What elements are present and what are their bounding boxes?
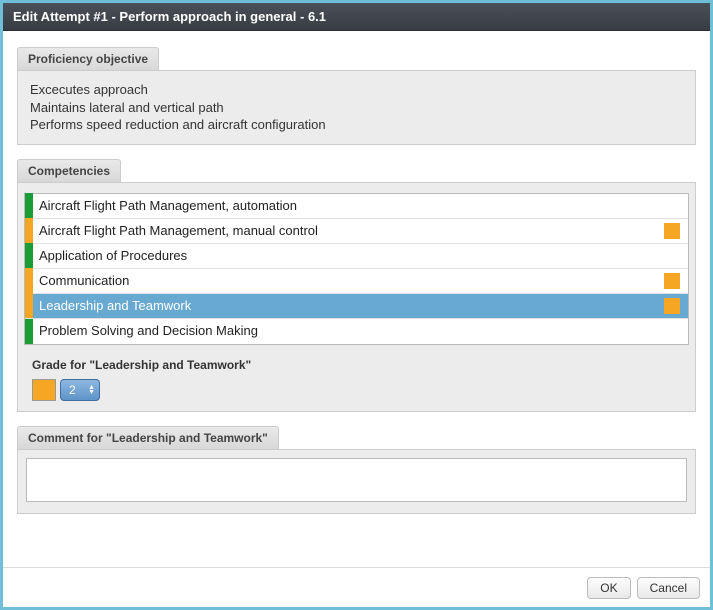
footer: OK Cancel	[3, 567, 710, 607]
competency-row[interactable]: Leadership and Teamwork	[25, 294, 688, 319]
grade-color-swatch	[32, 379, 56, 401]
comment-textarea[interactable]	[26, 458, 687, 502]
competency-label: Problem Solving and Decision Making	[39, 322, 688, 340]
proficiency-section: Proficiency objective Excecutes approach…	[17, 47, 696, 145]
window-title: Edit Attempt #1 - Perform approach in ge…	[13, 9, 326, 24]
competency-label: Communication	[39, 272, 664, 290]
competency-label: Aircraft Flight Path Management, manual …	[39, 222, 664, 240]
competency-badge-icon	[664, 298, 680, 314]
competency-status-bar	[25, 243, 33, 268]
cancel-button[interactable]: Cancel	[637, 577, 700, 599]
competency-row[interactable]: Communication	[25, 269, 688, 294]
content: Proficiency objective Excecutes approach…	[3, 31, 710, 514]
competency-row[interactable]: Problem Solving and Decision Making	[25, 319, 688, 344]
grade-value: 2	[69, 382, 76, 398]
competency-row[interactable]: Aircraft Flight Path Management, manual …	[25, 219, 688, 244]
competency-badge-icon	[664, 273, 680, 289]
competency-label: Leadership and Teamwork	[39, 297, 664, 315]
competency-row[interactable]: Application of Procedures	[25, 244, 688, 269]
competency-list: Aircraft Flight Path Management, automat…	[24, 193, 689, 345]
grade-area: Grade for "Leadership and Teamwork" 2 ▲▼	[24, 353, 689, 411]
comment-heading: Comment for "Leadership and Teamwork"	[17, 426, 279, 449]
competency-label: Aircraft Flight Path Management, automat…	[39, 197, 688, 215]
proficiency-body: Excecutes approach Maintains lateral and…	[17, 70, 696, 145]
dialog-window: Edit Attempt #1 - Perform approach in ge…	[0, 0, 713, 610]
objective-line: Performs speed reduction and aircraft co…	[30, 116, 683, 134]
comment-body	[17, 449, 696, 514]
competencies-body: Aircraft Flight Path Management, automat…	[17, 182, 696, 412]
competencies-section: Competencies Aircraft Flight Path Manage…	[17, 159, 696, 412]
competency-status-bar	[25, 319, 33, 344]
competency-status-bar	[25, 218, 33, 243]
objective-line: Excecutes approach	[30, 81, 683, 99]
competency-status-bar	[25, 293, 33, 318]
ok-button[interactable]: OK	[587, 577, 630, 599]
stepper-arrows-icon: ▲▼	[88, 385, 95, 395]
competency-label: Application of Procedures	[39, 247, 688, 265]
comment-section: Comment for "Leadership and Teamwork"	[17, 426, 696, 514]
competency-badge-icon	[664, 223, 680, 239]
competency-status-bar	[25, 268, 33, 293]
competency-status-bar	[25, 193, 33, 218]
grade-label: Grade for "Leadership and Teamwork"	[32, 357, 681, 373]
proficiency-heading: Proficiency objective	[17, 47, 159, 70]
objective-line: Maintains lateral and vertical path	[30, 99, 683, 117]
competencies-heading: Competencies	[17, 159, 121, 182]
grade-select[interactable]: 2 ▲▼	[60, 379, 100, 401]
grade-controls: 2 ▲▼	[32, 379, 681, 401]
competency-row[interactable]: Aircraft Flight Path Management, automat…	[25, 194, 688, 219]
titlebar: Edit Attempt #1 - Perform approach in ge…	[3, 3, 710, 31]
